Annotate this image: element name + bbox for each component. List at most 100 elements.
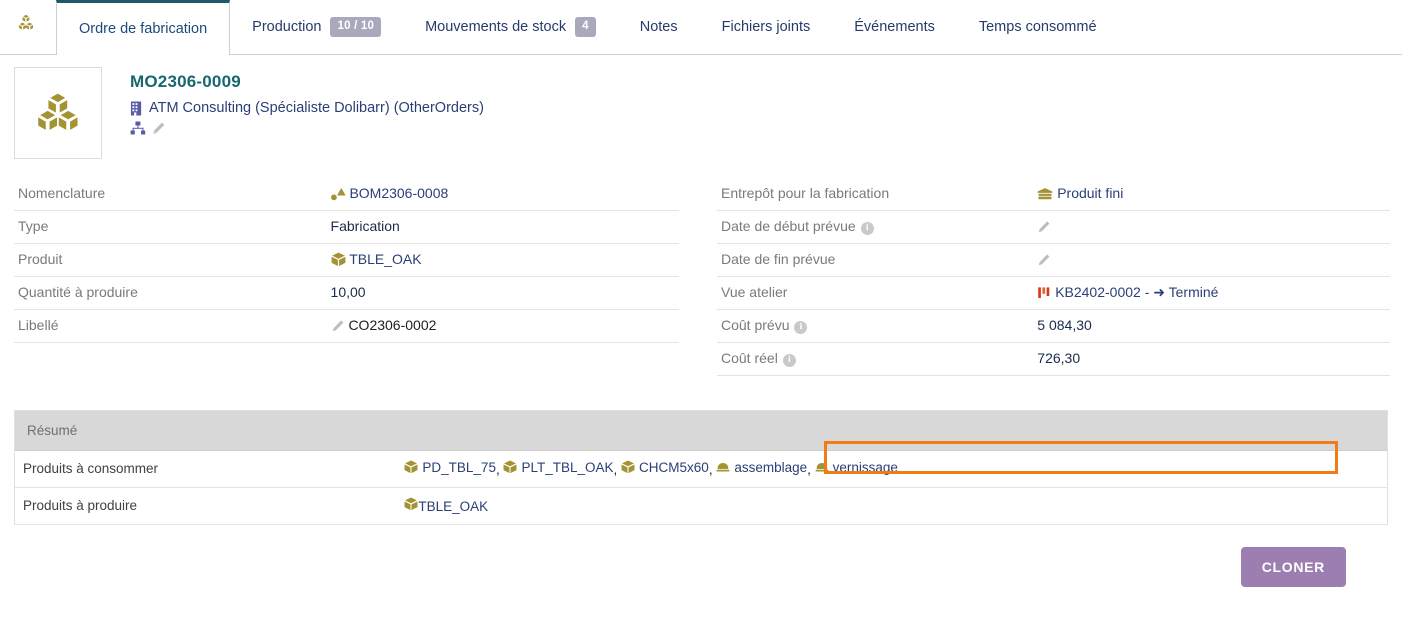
field-label-cout-reel: Coût réel i	[717, 342, 1034, 376]
tab-production[interactable]: Production 10 / 10	[230, 0, 403, 54]
list-item-label: vernissage	[832, 460, 898, 475]
table-row: Type Fabrication	[14, 210, 679, 244]
record-identity: MO2306-0009 ATM Consulting (Spécialiste …	[102, 67, 484, 136]
list-item[interactable]: assemblage	[716, 460, 807, 475]
pencil-icon[interactable]	[1037, 220, 1051, 234]
field-label-produit: Produit	[14, 243, 327, 277]
tab-mouvements-de-stock[interactable]: Mouvements de stock 4	[403, 0, 618, 54]
list-item[interactable]: TBLE_OAK	[404, 497, 489, 514]
field-label-entrepot: Entrepôt pour la fabrication	[717, 177, 1034, 211]
tab-label: Temps consommé	[978, 19, 1097, 35]
libelle-value: CO2306-0002	[348, 317, 437, 333]
field-label-nomenclature: Nomenclature	[14, 177, 327, 211]
tabs-list: Ordre de fabrication Production 10 / 10 …	[56, 0, 1119, 55]
field-value-date-fin	[1033, 243, 1390, 277]
tab-label: Événements	[854, 19, 935, 35]
banner-action-icons	[130, 121, 484, 136]
right-fields-table: Entrepôt pour la fabrication Produit fin…	[717, 177, 1390, 376]
list-item-label: PD_TBL_75	[422, 459, 496, 475]
table-row: Quantité à produire 10,00	[14, 276, 679, 310]
action-bar: CLONER	[0, 525, 1402, 587]
field-label-type: Type	[14, 210, 327, 244]
list-item[interactable]: PD_TBL_75	[404, 460, 496, 475]
info-icon[interactable]: i	[794, 320, 808, 334]
pencil-icon[interactable]	[1037, 253, 1051, 267]
table-row: Coût réel i 726,30	[717, 342, 1390, 376]
table-row-vue-atelier: Vue atelier KB2402-0002 - ➜ Terminé	[717, 276, 1390, 310]
cube-icon	[621, 460, 635, 474]
resume-value-produits-a-produire: TBLE_OAK	[396, 487, 1387, 525]
kanban-icon	[1037, 286, 1051, 300]
table-row: Libellé CO2306-0002	[14, 309, 679, 343]
clone-button[interactable]: CLONER	[1240, 547, 1346, 587]
tab-label: Fichiers joints	[721, 19, 811, 35]
list-item-label: TBLE_OAK	[418, 499, 489, 514]
pencil-icon[interactable]	[331, 319, 345, 333]
warehouse-icon	[1037, 187, 1053, 201]
produit-link[interactable]: TBLE_OAK	[349, 251, 421, 267]
field-value-cout-reel: 726,30	[1033, 342, 1390, 376]
field-label-libelle: Libellé	[14, 309, 327, 343]
info-icon[interactable]: i	[782, 353, 796, 367]
cube-icon	[331, 252, 346, 267]
record-thumbnail	[14, 67, 102, 159]
manufacturing-order-page: Ordre de fabrication Production 10 / 10 …	[0, 0, 1402, 632]
list-item-label: PLT_TBL_OAK	[521, 459, 614, 475]
field-value-quantite: 10,00	[326, 276, 679, 310]
table-row: Date de début prévue i	[717, 210, 1390, 244]
thirdparty-link[interactable]: ATM Consulting (Spécialiste Dolibarr) (O…	[130, 100, 484, 116]
table-row: Produit TBLE_OAK	[14, 243, 679, 277]
left-field-column: Nomenclature BOM2306-0008 Type Fabricati…	[0, 177, 701, 376]
fields-area: Nomenclature BOM2306-0008 Type Fabricati…	[0, 163, 1402, 474]
tab-notes[interactable]: Notes	[618, 0, 700, 54]
right-field-column: Entrepôt pour la fabrication Produit fin…	[701, 177, 1402, 376]
field-value-nomenclature: BOM2306-0008	[326, 177, 679, 211]
page-title[interactable]: MO2306-0009	[130, 71, 484, 93]
tab-label: Notes	[639, 19, 678, 35]
tab-fichiers-joints[interactable]: Fichiers joints	[700, 0, 833, 54]
field-label-quantite: Quantité à produire	[14, 276, 327, 310]
table-row: Produits à produire TBLE_OAK	[15, 487, 1387, 525]
thirdparty-name: ATM Consulting (Spécialiste Dolibarr) (O…	[149, 100, 484, 117]
entrepot-link[interactable]: Produit fini	[1057, 185, 1123, 201]
cube-icon	[404, 497, 418, 511]
bell-icon	[716, 461, 730, 474]
tab-label: Ordre de fabrication	[79, 21, 208, 37]
list-item[interactable]: PLT_TBL_OAK	[503, 459, 614, 475]
boxes-icon	[0, 0, 56, 54]
field-label-text: Coût prévu	[721, 316, 790, 333]
field-value-date-debut	[1033, 210, 1390, 244]
field-value-entrepot: Produit fini	[1033, 177, 1390, 211]
nomenclature-link[interactable]: BOM2306-0008	[349, 185, 448, 201]
field-label-cout-prevu: Coût prévu i	[717, 309, 1034, 343]
cube-icon	[404, 460, 418, 474]
sitemap-icon[interactable]	[130, 121, 146, 136]
field-label-text: Coût réel	[721, 349, 778, 366]
resume-label-produits-a-consommer: Produits à consommer	[15, 450, 397, 488]
resume-header: Résumé	[15, 410, 1387, 451]
tab-evenements[interactable]: Événements	[832, 0, 957, 54]
info-icon[interactable]: i	[860, 221, 874, 235]
tab-badge-mouvements: 4	[575, 17, 596, 37]
table-row: Nomenclature BOM2306-0008	[14, 177, 679, 211]
tab-badge-production: 10 / 10	[330, 17, 382, 37]
bell-icon	[815, 461, 829, 474]
table-row: Produits à consommer PD_TBL_75, PLT_TBL_…	[15, 450, 1387, 488]
list-item[interactable]: CHCM5x60	[621, 460, 709, 475]
resume-value-produits-a-consommer: PD_TBL_75, PLT_TBL_OAK, CHCM5x60, assemb…	[396, 450, 1387, 488]
tab-bar: Ordre de fabrication Production 10 / 10 …	[0, 0, 1402, 55]
table-row: Date de fin prévue	[717, 243, 1390, 277]
table-row: Entrepôt pour la fabrication Produit fin…	[717, 177, 1390, 211]
vue-atelier-link[interactable]: KB2402-0002 - ➜ Terminé	[1055, 284, 1218, 300]
resume-label-produits-a-produire: Produits à produire	[15, 487, 397, 525]
list-item[interactable]: vernissage	[815, 460, 898, 475]
field-value-produit: TBLE_OAK	[326, 243, 679, 277]
field-value-cout-prevu: 5 084,30	[1033, 309, 1390, 343]
record-banner: MO2306-0009 ATM Consulting (Spécialiste …	[0, 55, 1402, 163]
pencil-icon[interactable]	[151, 121, 166, 136]
resume-panel: Résumé Produits à consommer PD_TBL_75, P…	[14, 409, 1388, 525]
tab-ordre-de-fabrication[interactable]: Ordre de fabrication	[56, 0, 231, 55]
tab-temps-consomme[interactable]: Temps consommé	[957, 0, 1119, 54]
resume-table: Produits à consommer PD_TBL_75, PLT_TBL_…	[15, 450, 1387, 525]
field-label-text: Date de début prévue	[721, 217, 856, 234]
